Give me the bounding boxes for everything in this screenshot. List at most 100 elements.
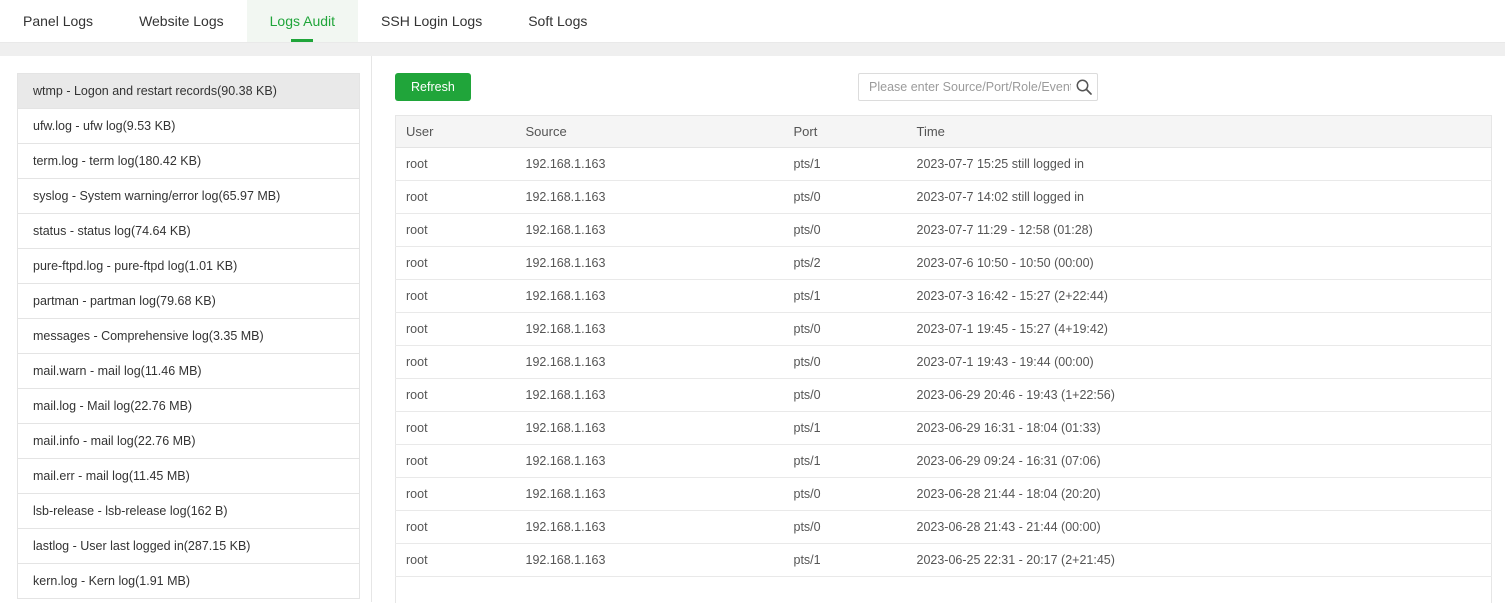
cell-user: root bbox=[396, 346, 516, 379]
log-detail-panel: Refresh UserSourcePortTime root192.168.1… bbox=[372, 56, 1505, 602]
cell-user: root bbox=[396, 412, 516, 445]
log-file-sidebar: wtmp - Logon and restart records(90.38 K… bbox=[0, 56, 360, 602]
cell-port: pts/0 bbox=[784, 379, 907, 412]
cell-source: 192.168.1.163 bbox=[516, 181, 784, 214]
cell-user: root bbox=[396, 214, 516, 247]
cell-port: pts/1 bbox=[784, 445, 907, 478]
cell-source: 192.168.1.163 bbox=[516, 280, 784, 313]
tab-website-logs[interactable]: Website Logs bbox=[116, 0, 247, 42]
cell-empty bbox=[784, 577, 907, 603]
table-row: root192.168.1.163pts/12023-06-29 09:24 -… bbox=[396, 445, 1492, 478]
tab-ssh-login-logs[interactable]: SSH Login Logs bbox=[358, 0, 505, 42]
column-header-time: Time bbox=[907, 116, 1492, 148]
cell-source: 192.168.1.163 bbox=[516, 445, 784, 478]
table-row: root192.168.1.163pts/12023-06-29 16:31 -… bbox=[396, 412, 1492, 445]
cell-time: 2023-06-29 09:24 - 16:31 (07:06) bbox=[907, 445, 1492, 478]
login-records-table: UserSourcePortTime root192.168.1.163pts/… bbox=[395, 115, 1492, 603]
log-file-item-term-log[interactable]: term.log - term log(180.42 KB) bbox=[18, 144, 359, 179]
cell-port: pts/0 bbox=[784, 214, 907, 247]
table-body: root192.168.1.163pts/12023-07-7 15:25 st… bbox=[396, 148, 1492, 603]
log-file-item-ufw-log[interactable]: ufw.log - ufw log(9.53 KB) bbox=[18, 109, 359, 144]
log-file-item-lsb-release[interactable]: lsb-release - lsb-release log(162 B) bbox=[18, 494, 359, 529]
cell-source: 192.168.1.163 bbox=[516, 313, 784, 346]
cell-time: 2023-07-6 10:50 - 10:50 (00:00) bbox=[907, 247, 1492, 280]
cell-time: 2023-06-25 22:31 - 20:17 (2+21:45) bbox=[907, 544, 1492, 577]
cell-port: pts/0 bbox=[784, 511, 907, 544]
tab-soft-logs[interactable]: Soft Logs bbox=[505, 0, 610, 42]
refresh-button[interactable]: Refresh bbox=[395, 73, 471, 101]
log-file-item-pure-ftpd-log[interactable]: pure-ftpd.log - pure-ftpd log(1.01 KB) bbox=[18, 249, 359, 284]
log-file-item-mail-info[interactable]: mail.info - mail log(22.76 MB) bbox=[18, 424, 359, 459]
cell-time: 2023-07-7 15:25 still logged in bbox=[907, 148, 1492, 181]
cell-port: pts/1 bbox=[784, 412, 907, 445]
cell-user: root bbox=[396, 313, 516, 346]
table-row: root192.168.1.163pts/12023-06-25 22:31 -… bbox=[396, 544, 1492, 577]
cell-source: 192.168.1.163 bbox=[516, 478, 784, 511]
page-background-strip bbox=[0, 43, 1505, 56]
cell-time: 2023-06-28 21:43 - 21:44 (00:00) bbox=[907, 511, 1492, 544]
cell-time: 2023-06-29 16:31 - 18:04 (01:33) bbox=[907, 412, 1492, 445]
cell-user: root bbox=[396, 511, 516, 544]
table-row: root192.168.1.163pts/02023-06-28 21:43 -… bbox=[396, 511, 1492, 544]
log-file-item-status[interactable]: status - status log(74.64 KB) bbox=[18, 214, 359, 249]
cell-time: 2023-07-3 16:42 - 15:27 (2+22:44) bbox=[907, 280, 1492, 313]
cell-source: 192.168.1.163 bbox=[516, 379, 784, 412]
cell-user: root bbox=[396, 181, 516, 214]
cell-time: 2023-07-7 11:29 - 12:58 (01:28) bbox=[907, 214, 1492, 247]
tab-logs-audit[interactable]: Logs Audit bbox=[247, 0, 358, 42]
cell-source: 192.168.1.163 bbox=[516, 544, 784, 577]
cell-empty bbox=[396, 577, 516, 603]
table-row: root192.168.1.163pts/12023-07-3 16:42 - … bbox=[396, 280, 1492, 313]
search-input[interactable] bbox=[858, 73, 1098, 101]
cell-port: pts/1 bbox=[784, 544, 907, 577]
magnifier-icon[interactable] bbox=[1075, 78, 1093, 96]
cell-time: 2023-06-28 21:44 - 18:04 (20:20) bbox=[907, 478, 1492, 511]
cell-user: root bbox=[396, 544, 516, 577]
log-file-item-wtmp[interactable]: wtmp - Logon and restart records(90.38 K… bbox=[18, 74, 359, 109]
cell-source: 192.168.1.163 bbox=[516, 412, 784, 445]
table-header-row: UserSourcePortTime bbox=[396, 116, 1492, 148]
cell-port: pts/0 bbox=[784, 313, 907, 346]
tab-bar: Panel LogsWebsite LogsLogs AuditSSH Logi… bbox=[0, 0, 1505, 43]
cell-port: pts/1 bbox=[784, 280, 907, 313]
log-file-item-kern-log[interactable]: kern.log - Kern log(1.91 MB) bbox=[18, 564, 359, 599]
cell-user: root bbox=[396, 478, 516, 511]
content-area: wtmp - Logon and restart records(90.38 K… bbox=[0, 56, 1505, 602]
cell-user: root bbox=[396, 379, 516, 412]
table-row: root192.168.1.163pts/02023-07-1 19:43 - … bbox=[396, 346, 1492, 379]
log-file-item-syslog[interactable]: syslog - System warning/error log(65.97 … bbox=[18, 179, 359, 214]
cell-port: pts/1 bbox=[784, 148, 907, 181]
cell-port: pts/2 bbox=[784, 247, 907, 280]
cell-time: 2023-07-1 19:45 - 15:27 (4+19:42) bbox=[907, 313, 1492, 346]
log-file-item-partman[interactable]: partman - partman log(79.68 KB) bbox=[18, 284, 359, 319]
cell-source: 192.168.1.163 bbox=[516, 346, 784, 379]
table-header: UserSourcePortTime bbox=[396, 116, 1492, 148]
log-file-item-mail-warn[interactable]: mail.warn - mail log(11.46 MB) bbox=[18, 354, 359, 389]
table-row: root192.168.1.163pts/02023-07-1 19:45 - … bbox=[396, 313, 1492, 346]
table-row: root192.168.1.163pts/02023-07-7 14:02 st… bbox=[396, 181, 1492, 214]
tab-panel-logs[interactable]: Panel Logs bbox=[0, 0, 116, 42]
search-box bbox=[858, 73, 1098, 101]
cell-user: root bbox=[396, 280, 516, 313]
cell-user: root bbox=[396, 445, 516, 478]
table-row: root192.168.1.163pts/02023-07-7 11:29 - … bbox=[396, 214, 1492, 247]
cell-user: root bbox=[396, 148, 516, 181]
log-file-item-mail-err[interactable]: mail.err - mail log(11.45 MB) bbox=[18, 459, 359, 494]
cell-time: 2023-07-1 19:43 - 19:44 (00:00) bbox=[907, 346, 1492, 379]
cell-port: pts/0 bbox=[784, 346, 907, 379]
table-row: root192.168.1.163pts/02023-06-29 20:46 -… bbox=[396, 379, 1492, 412]
cell-user: root bbox=[396, 247, 516, 280]
column-header-source: Source bbox=[516, 116, 784, 148]
column-header-port: Port bbox=[784, 116, 907, 148]
column-header-user: User bbox=[396, 116, 516, 148]
log-file-item-lastlog[interactable]: lastlog - User last logged in(287.15 KB) bbox=[18, 529, 359, 564]
log-file-item-messages[interactable]: messages - Comprehensive log(3.35 MB) bbox=[18, 319, 359, 354]
log-file-item-mail-log[interactable]: mail.log - Mail log(22.76 MB) bbox=[18, 389, 359, 424]
cell-empty bbox=[516, 577, 784, 603]
table-row: root192.168.1.163pts/02023-06-28 21:44 -… bbox=[396, 478, 1492, 511]
cell-source: 192.168.1.163 bbox=[516, 148, 784, 181]
cell-port: pts/0 bbox=[784, 478, 907, 511]
cell-source: 192.168.1.163 bbox=[516, 214, 784, 247]
toolbar: Refresh bbox=[395, 73, 1492, 101]
cell-time: 2023-07-7 14:02 still logged in bbox=[907, 181, 1492, 214]
